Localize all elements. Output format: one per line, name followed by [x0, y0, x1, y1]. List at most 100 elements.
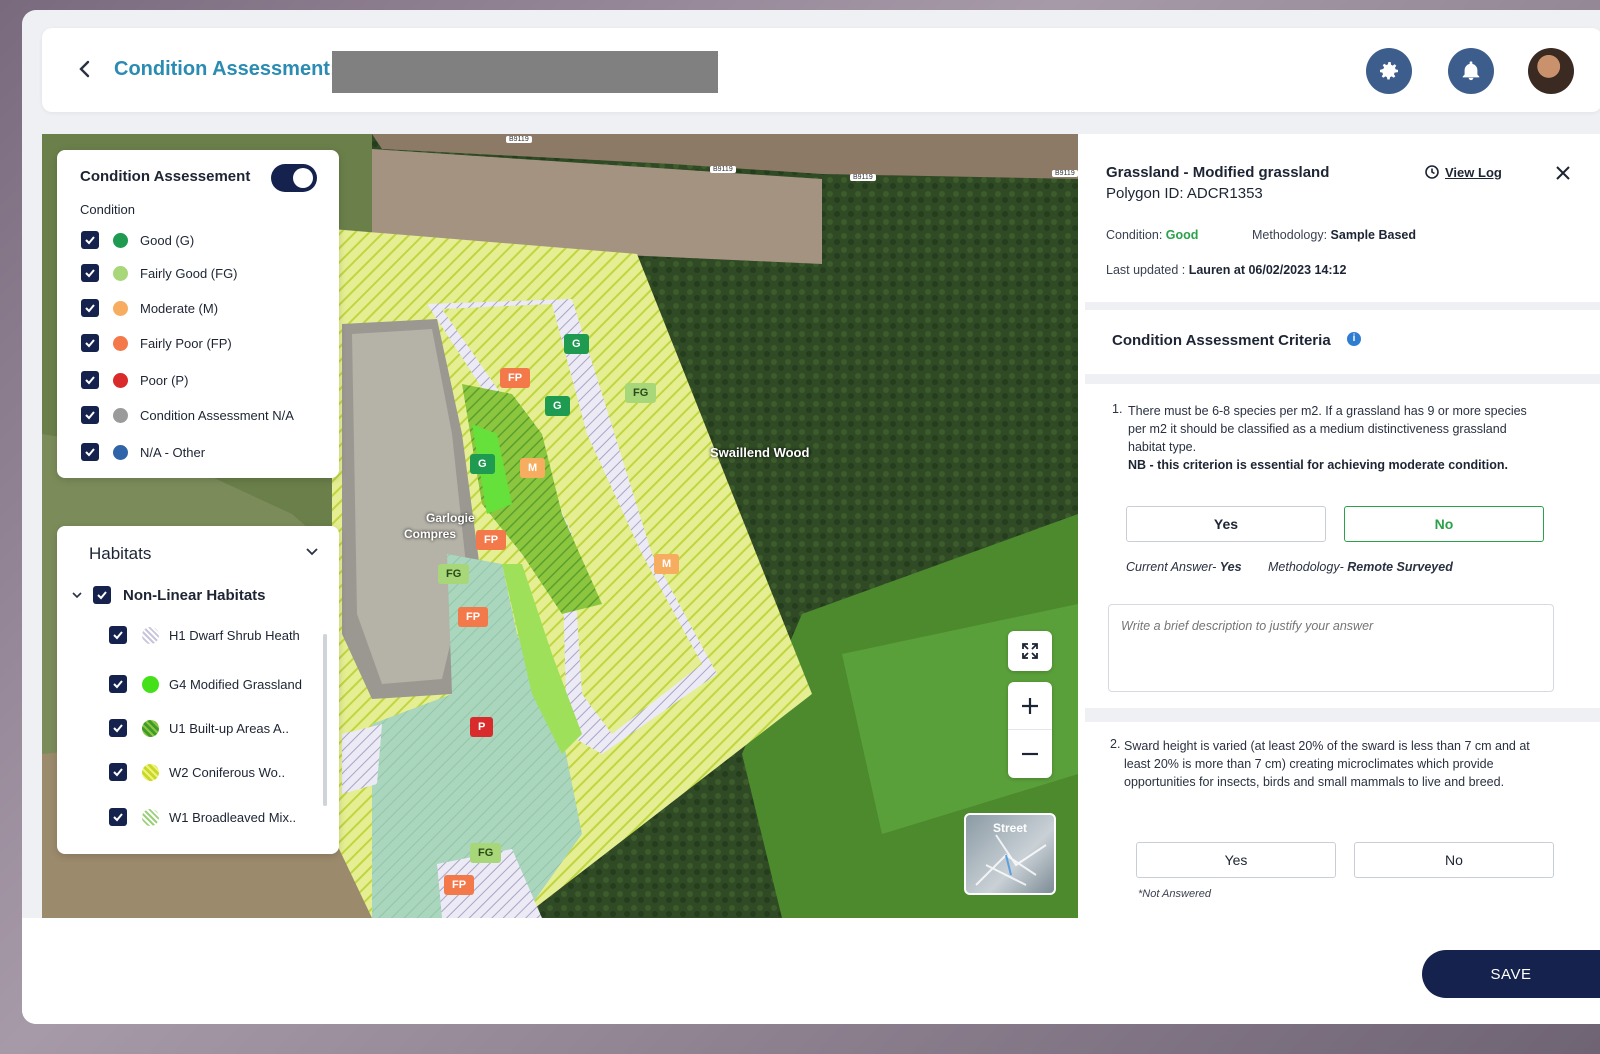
street-label: Street — [992, 821, 1027, 835]
condition-label: Moderate (M) — [140, 300, 219, 316]
condition-marker-fairly-good[interactable]: FG — [438, 564, 470, 584]
condition-marker-good[interactable]: G — [564, 334, 589, 354]
habitat-swatch — [142, 808, 159, 826]
fullscreen-button[interactable] — [1008, 631, 1052, 671]
justification-input[interactable] — [1108, 604, 1554, 692]
condition-item-na: Condition Assessment N/A — [81, 405, 294, 425]
street-layer-toggle[interactable]: Street — [964, 813, 1056, 895]
road-label: B9119 — [850, 174, 876, 181]
habitat-label: W1 Broadleaved Mix.. — [169, 809, 297, 825]
expand-icon — [1022, 643, 1038, 659]
condition-value: Good — [1165, 228, 1199, 242]
condition-color-dot — [113, 265, 128, 281]
zoom-out-button[interactable] — [1008, 730, 1052, 778]
map-view[interactable]: B9119 B9119 B9119 B9119 Swaillend Wood G… — [42, 134, 1078, 918]
condition-item-poor: Poor (P) — [81, 370, 188, 390]
condition-marker-good[interactable]: G — [470, 454, 495, 474]
checkbox[interactable] — [109, 808, 127, 826]
condition-item-fairly-poor: Fairly Poor (FP) — [81, 333, 232, 353]
road-label: B9119 — [506, 136, 532, 143]
last-updated-meta: Last updated : Lauren at 06/02/2023 14:1… — [1106, 263, 1346, 277]
methodology-key: Methodology: — [1252, 228, 1328, 242]
condition-color-dot — [113, 444, 128, 460]
habitats-title: Habitats — [89, 544, 152, 563]
question-number: 2. — [1110, 737, 1121, 751]
condition-color-dot — [113, 232, 128, 248]
checkbox[interactable] — [109, 719, 127, 737]
condition-marker-poor[interactable]: P — [470, 717, 494, 737]
condition-item-good: Good (G) — [81, 230, 194, 250]
place-label: Swaillend Wood — [710, 445, 810, 460]
checkbox[interactable] — [81, 231, 99, 249]
answer-methodology-key: Methodology- — [1268, 560, 1344, 574]
condition-marker-fairly-poor[interactable]: FP — [458, 607, 489, 627]
habitats-collapse-button[interactable] — [305, 544, 319, 563]
footer-bar: SAVE — [22, 918, 1600, 1024]
checkbox[interactable] — [109, 675, 127, 693]
notifications-button[interactable] — [1448, 48, 1494, 94]
chevron-down-icon — [306, 548, 318, 556]
condition-item-moderate: Moderate (M) — [81, 298, 218, 318]
q1-no-button[interactable]: No — [1344, 506, 1544, 542]
condition-item-fairly-good: Fairly Good (FG) — [81, 263, 238, 283]
check-icon — [113, 813, 123, 822]
q2-no-button[interactable]: No — [1354, 842, 1554, 878]
condition-marker-moderate[interactable]: M — [520, 458, 546, 478]
close-icon — [1556, 166, 1570, 180]
gear-icon — [1380, 62, 1398, 80]
details-panel: Grassland - Modified grassland Polygon I… — [1078, 134, 1600, 918]
check-icon — [85, 376, 95, 385]
checkbox[interactable] — [93, 586, 111, 604]
condition-color-dot — [113, 407, 128, 423]
current-answer: Current Answer- Yes — [1126, 560, 1242, 574]
condition-marker-moderate[interactable]: M — [654, 554, 680, 574]
settings-button[interactable] — [1366, 48, 1412, 94]
checkbox[interactable] — [81, 299, 99, 317]
checkbox[interactable] — [109, 763, 127, 781]
condition-marker-fairly-poor[interactable]: FP — [476, 530, 507, 550]
checkbox[interactable] — [81, 371, 99, 389]
habitat-label: U1 Built-up Areas A.. — [169, 720, 289, 736]
answer-methodology-value: Remote Surveyed — [1347, 560, 1453, 574]
divider — [1085, 302, 1600, 310]
close-button[interactable] — [1556, 160, 1570, 186]
checkbox[interactable] — [81, 406, 99, 424]
methodology-value: Sample Based — [1330, 228, 1417, 242]
condition-marker-fairly-poor[interactable]: FP — [444, 875, 475, 895]
chevron-down-icon[interactable] — [71, 589, 83, 601]
habitats-scrollbar[interactable] — [323, 634, 327, 806]
checkbox[interactable] — [81, 443, 99, 461]
view-log-link[interactable]: View Log — [1424, 164, 1502, 180]
checkbox[interactable] — [81, 334, 99, 352]
check-icon — [85, 236, 95, 245]
answer-methodology: Methodology- Remote Surveyed — [1268, 560, 1453, 574]
zoom-in-button[interactable] — [1008, 682, 1052, 730]
condition-legend-panel: Condition Assessement Condition Good (G)… — [57, 150, 339, 478]
condition-marker-fairly-poor[interactable]: FP — [500, 368, 531, 388]
check-icon — [97, 591, 107, 600]
q2-yes-button[interactable]: Yes — [1136, 842, 1336, 878]
back-button[interactable] — [70, 54, 100, 84]
condition-toggle[interactable] — [271, 164, 317, 192]
divider — [1085, 374, 1600, 384]
question-2-text: Sward height is varied (at least 20% of … — [1124, 739, 1530, 789]
check-icon — [113, 768, 123, 777]
avatar[interactable] — [1528, 48, 1574, 94]
condition-label: Fairly Good (FG) — [140, 265, 238, 281]
checkbox[interactable] — [81, 264, 99, 282]
condition-marker-fairly-good[interactable]: FG — [470, 843, 502, 863]
condition-marker-fairly-good[interactable]: FG — [625, 383, 657, 403]
condition-marker-good[interactable]: G — [545, 396, 570, 416]
save-button[interactable]: SAVE — [1422, 950, 1600, 998]
condition-color-dot — [113, 372, 128, 388]
check-icon — [85, 448, 95, 457]
habitat-item: U1 Built-up Areas A.. — [109, 719, 289, 737]
condition-label: Condition Assessment N/A — [140, 407, 294, 423]
q1-yes-button[interactable]: Yes — [1126, 506, 1326, 542]
checkbox[interactable] — [109, 626, 127, 644]
question-1-text: There must be 6-8 species per m2. If a g… — [1128, 402, 1538, 474]
info-icon[interactable]: i — [1347, 332, 1361, 346]
habitat-label: G4 Modified Grassland — [169, 676, 302, 692]
condition-meta: Condition: Good — [1106, 228, 1198, 242]
view-log-label: View Log — [1445, 164, 1502, 180]
